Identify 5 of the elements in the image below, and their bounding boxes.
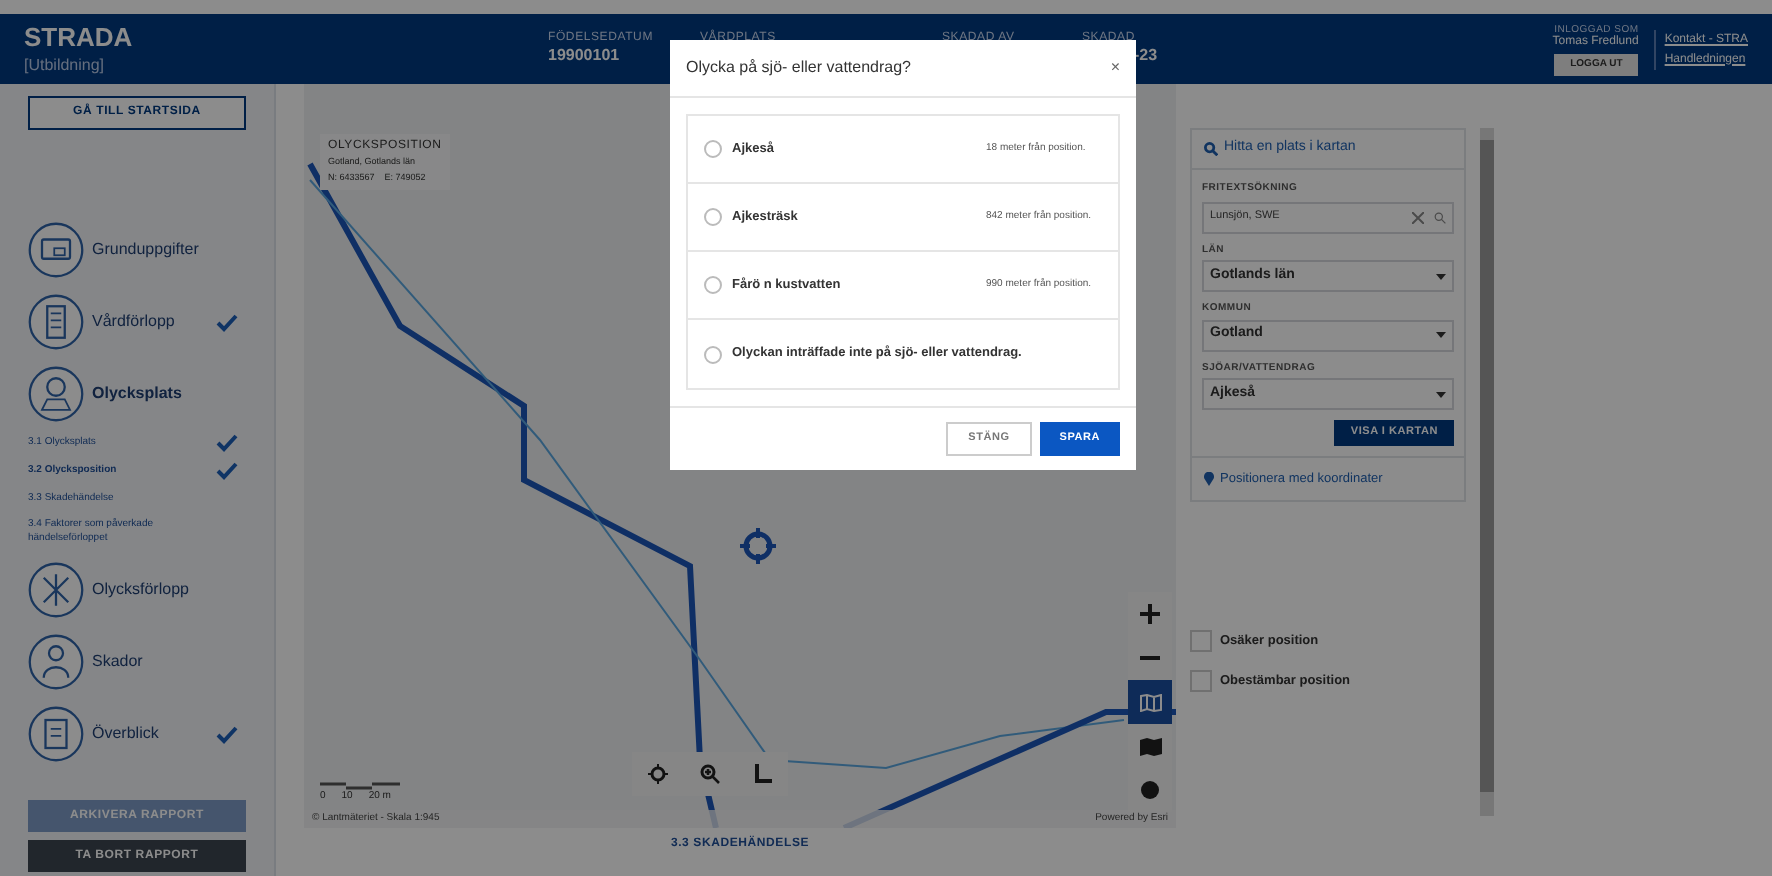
header-field-value: 19900101 (548, 46, 622, 67)
app-subtitle: [Utbildning] (24, 55, 107, 76)
modal-title: Olycka på sjö- eller vattendrag? (686, 56, 911, 80)
header-field-value: -23 (1134, 46, 1160, 67)
app-name: STRADA (24, 22, 135, 56)
